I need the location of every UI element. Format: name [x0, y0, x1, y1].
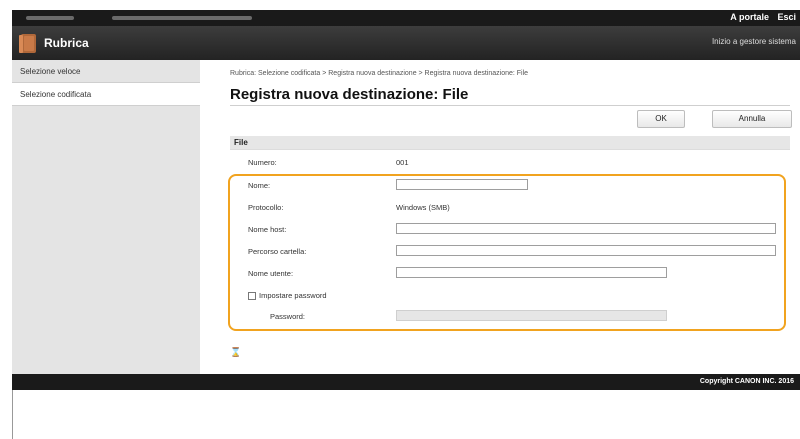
page-title: Registra nuova destinazione: File [230, 86, 469, 103]
sidebar-item-coded-selection[interactable]: Selezione codificata [12, 83, 200, 106]
title-divider [230, 105, 790, 106]
number-label: Numero: [248, 158, 277, 167]
top-links: A portale Esci [724, 12, 796, 22]
highlight-frame [228, 174, 786, 331]
panel-title: File [230, 136, 790, 149]
top-bar: A portale Esci [12, 10, 800, 26]
cancel-button[interactable]: Annulla [712, 110, 792, 128]
number-value: 001 [396, 158, 409, 167]
device-info-blurred [112, 16, 252, 20]
panel-divider [230, 149, 790, 150]
app-header: Rubrica Inizio a gestore sistema [12, 26, 800, 60]
app-title: Rubrica [44, 36, 89, 50]
device-name-blurred [26, 16, 74, 20]
footer-bar: Copyright CANON INC. 2016 [12, 374, 800, 390]
ok-button[interactable]: OK [637, 110, 685, 128]
hourglass-icon: ⌛ [230, 347, 242, 357]
sidebar-item-label: Selezione codificata [20, 90, 92, 99]
sidebar-item-quick-selection[interactable]: Selezione veloce [12, 60, 200, 83]
system-manager-start-link[interactable]: Inizio a gestore sistema [712, 37, 796, 46]
sidebar: Selezione veloce Selezione codificata [12, 60, 200, 374]
logout-link[interactable]: Esci [777, 12, 796, 22]
sidebar-item-label: Selezione veloce [20, 67, 81, 76]
to-portal-link[interactable]: A portale [730, 12, 769, 22]
copyright-text: Copyright CANON INC. 2016 [699, 378, 794, 385]
window-edge-line [12, 390, 13, 439]
address-book-icon [19, 34, 36, 53]
breadcrumb: Rubrica: Selezione codificata > Registra… [230, 70, 529, 77]
